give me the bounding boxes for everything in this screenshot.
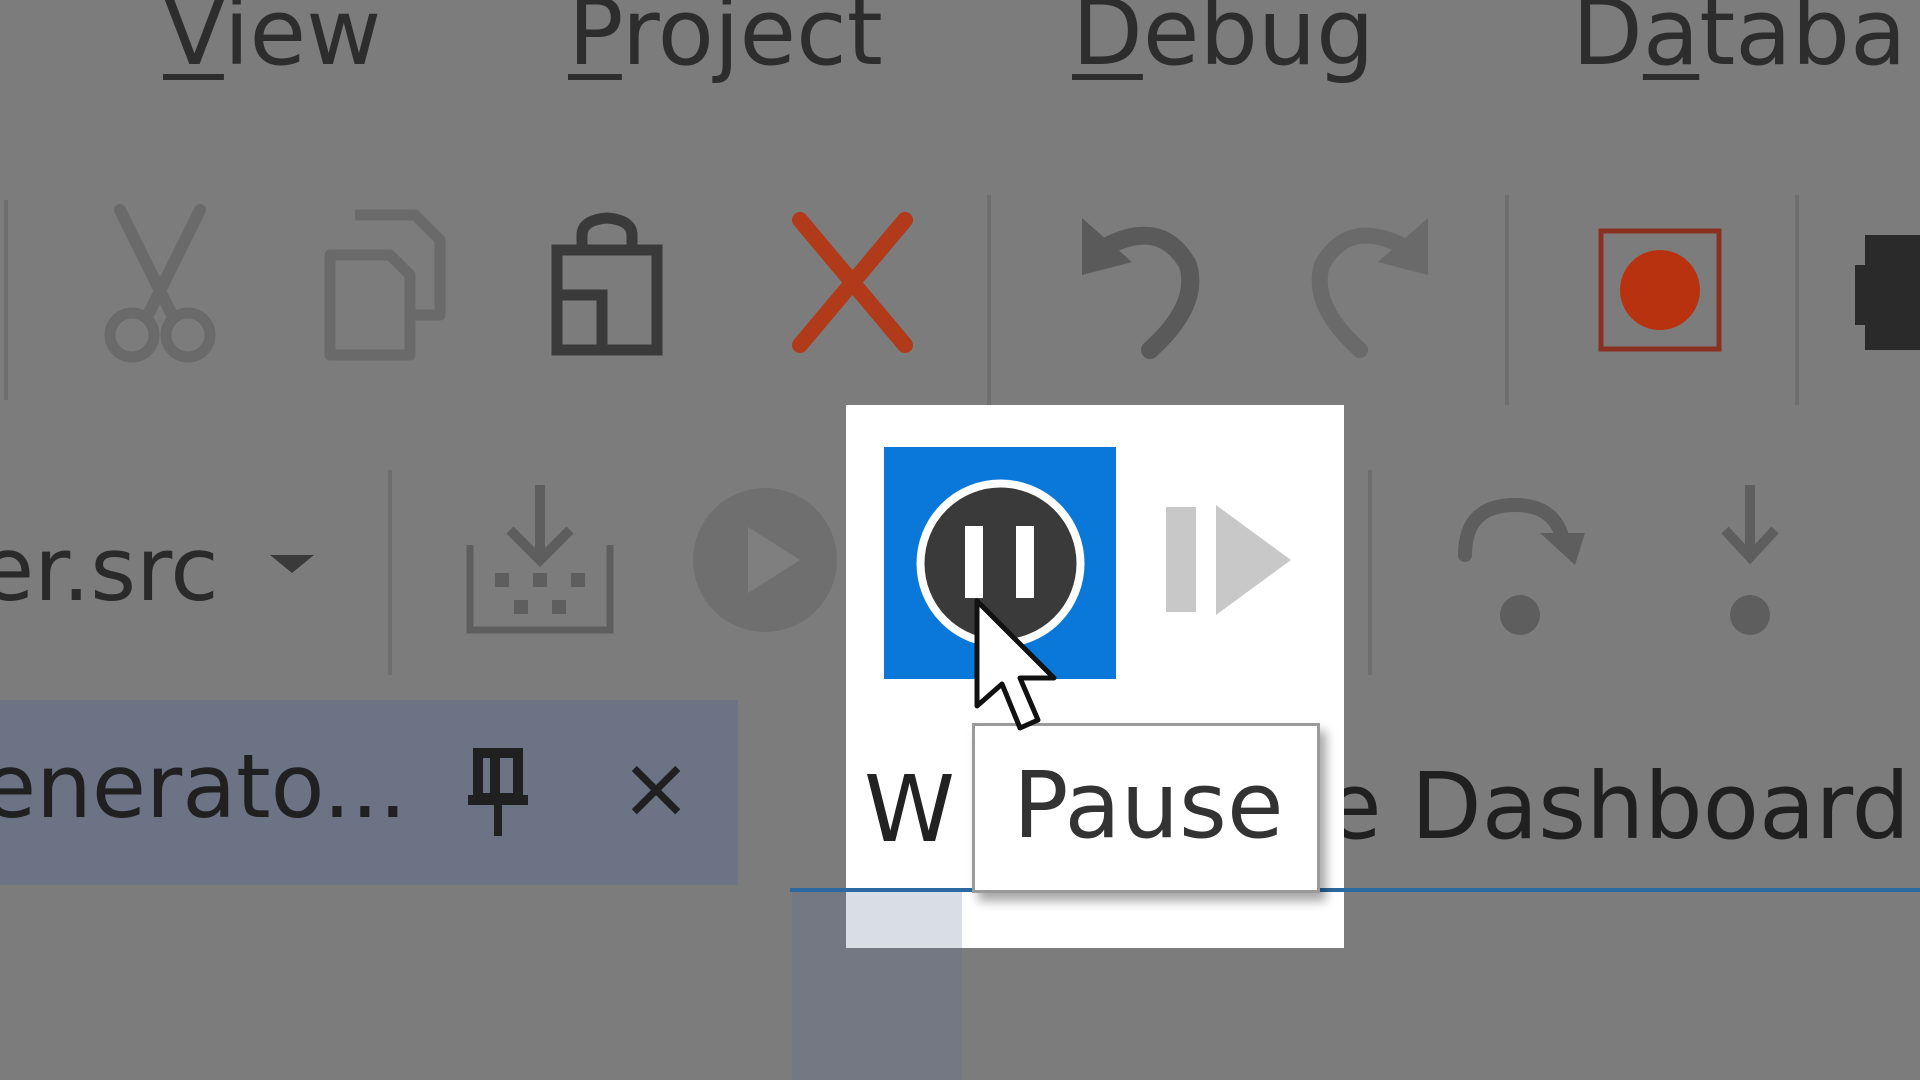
- run-icon: [693, 488, 837, 632]
- paste-icon: [551, 212, 663, 356]
- step-into-button[interactable]: [1675, 485, 1825, 635]
- undo-button[interactable]: [1065, 210, 1215, 360]
- continue-icon: [1166, 505, 1291, 615]
- record-icon: [1598, 228, 1722, 352]
- tab-label-start: W: [864, 756, 955, 863]
- cut-button[interactable]: [85, 204, 235, 363]
- toolbar-separator: [1505, 195, 1509, 405]
- step-into-icon: [1721, 485, 1779, 635]
- copy-button[interactable]: [310, 209, 460, 361]
- cut-icon: [104, 204, 216, 363]
- print-button[interactable]: [1855, 215, 1920, 365]
- toolbar-separator: [1795, 195, 1799, 405]
- deploy-button[interactable]: [465, 485, 615, 635]
- copy-icon: [324, 209, 446, 361]
- redo-button[interactable]: [1295, 210, 1445, 360]
- menu-database-rest: taba: [1699, 0, 1907, 86]
- document-tab-label: enerato...: [0, 735, 407, 838]
- step-over-button[interactable]: [1445, 485, 1595, 635]
- redo-icon: [1311, 218, 1428, 358]
- menu-debug[interactable]: Debug: [1072, 0, 1375, 88]
- menu-project-accel: P: [568, 0, 622, 86]
- paste-button[interactable]: [532, 210, 682, 360]
- close-tab-button[interactable]: ×: [620, 738, 692, 838]
- tab-dashboard[interactable]: e Dashboard: [1325, 742, 1910, 872]
- menu-debug-accel: D: [1072, 0, 1143, 86]
- menu-database-accel: a: [1642, 0, 1700, 86]
- toolbar-separator: [1368, 470, 1372, 675]
- menu-project-rest: roject: [621, 0, 883, 86]
- record-button[interactable]: [1585, 215, 1735, 365]
- delete-icon: [792, 212, 913, 353]
- deploy-icon: [466, 485, 614, 634]
- print-icon: [1855, 235, 1920, 350]
- run-button[interactable]: [690, 485, 840, 635]
- pin-icon: [468, 748, 528, 836]
- toolbar-separator: [388, 470, 392, 675]
- menu-view[interactable]: View: [163, 0, 381, 88]
- tab-dashboard-label: e Dashboard: [1325, 753, 1910, 860]
- chevron-down-icon: [270, 555, 314, 573]
- undo-icon: [1082, 218, 1200, 359]
- solution-config-value: er.src: [0, 518, 219, 621]
- continue-button[interactable]: [1166, 485, 1316, 635]
- toolbar-separator: [4, 200, 8, 400]
- mouse-cursor-icon: [974, 598, 1057, 731]
- solution-config-dropdown[interactable]: er.src: [0, 505, 340, 635]
- menu-project[interactable]: Project: [568, 0, 883, 88]
- editor-side-strip: [846, 892, 962, 948]
- delete-button[interactable]: [775, 210, 925, 360]
- menu-view-rest: iew: [223, 0, 382, 86]
- menu-database[interactable]: Databa: [1572, 0, 1906, 88]
- menu-view-accel: V: [163, 0, 224, 86]
- close-icon: ×: [620, 738, 693, 838]
- highlight-spotlight: Wc Pause: [846, 405, 1344, 948]
- menu-database-prefix: D: [1572, 0, 1643, 86]
- pause-tooltip-text: Pause: [1013, 752, 1284, 859]
- menu-debug-rest: ebug: [1142, 0, 1375, 86]
- step-over-icon: [1458, 497, 1585, 635]
- toolbar-separator: [987, 195, 991, 405]
- pin-button[interactable]: [468, 748, 528, 838]
- pause-tooltip: Pause: [972, 723, 1320, 893]
